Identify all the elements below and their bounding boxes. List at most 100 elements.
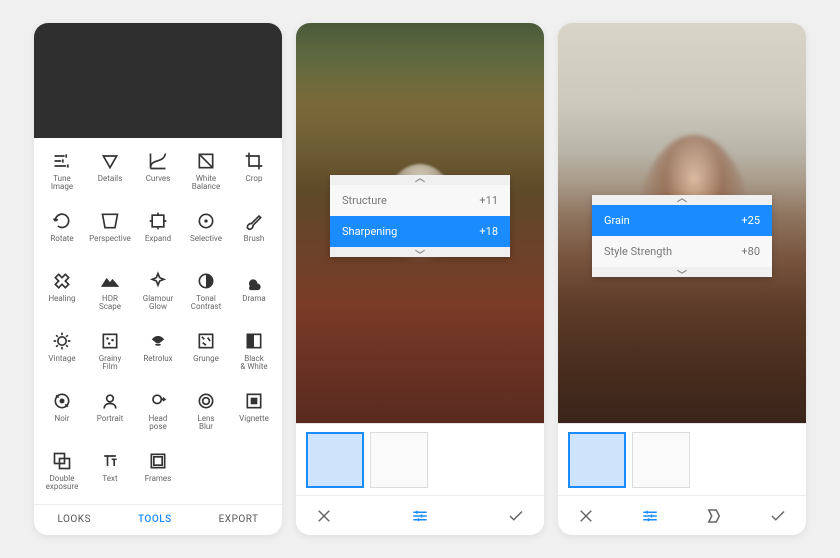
tool-tune-image[interactable]: TuneImage <box>38 146 86 204</box>
cancel-button[interactable] <box>312 504 336 528</box>
tool-hdr-scape[interactable]: HDRScape <box>86 266 134 324</box>
tool-label: Brush <box>244 235 265 244</box>
tool-vignette[interactable]: Vignette <box>230 386 278 444</box>
tools-grid: TuneImage DetailsCurves WhiteBalance Crop Ro… <box>34 138 282 504</box>
adjust-row-structure[interactable]: Structure+11 <box>330 185 510 216</box>
photo-preview[interactable]: Structure+11Sharpening+18 <box>296 23 544 423</box>
adjust-value: +80 <box>741 245 760 258</box>
adjust-row-style-strength[interactable]: Style Strength +80 <box>592 236 772 267</box>
wb-icon <box>195 150 217 172</box>
nav-looks[interactable]: LOOKS <box>57 514 91 525</box>
preset-thumb[interactable] <box>632 432 690 488</box>
styles-icon[interactable] <box>702 504 726 528</box>
noir-icon <box>51 390 73 412</box>
triangle-down-icon <box>99 150 121 172</box>
tool-label: TonalContrast <box>191 295 221 313</box>
tool-label: HDRScape <box>99 295 121 313</box>
tool-crop[interactable]: Crop <box>230 146 278 204</box>
tool-white-balance[interactable]: WhiteBalance <box>182 146 230 204</box>
adjust-row-grain[interactable]: Grain+25 <box>592 205 772 236</box>
tool-grunge[interactable]: Grunge <box>182 326 230 384</box>
adjust-value: +25 <box>741 214 760 227</box>
tool-selective[interactable]: Selective <box>182 206 230 264</box>
hdr-icon <box>99 270 121 292</box>
tool-drama[interactable]: Drama <box>230 266 278 324</box>
preset-strip[interactable] <box>296 423 544 495</box>
tool-healing[interactable]: Healing <box>38 266 86 324</box>
apply-button[interactable] <box>766 504 790 528</box>
nav-export[interactable]: EXPORT <box>219 514 259 525</box>
preset-thumb-selected[interactable] <box>568 432 626 488</box>
grainy-icon <box>99 330 121 352</box>
tool-curves[interactable]: Curves <box>134 146 182 204</box>
adjust-row-sharpening[interactable]: Sharpening+18 <box>330 216 510 247</box>
screen-grainy-edit: Grain+25 Style Strength +80 <box>558 23 806 535</box>
tool-vintage[interactable]: Vintage <box>38 326 86 384</box>
preset-thumb-selected[interactable] <box>306 432 364 488</box>
tool-black-white[interactable]: Black& White <box>230 326 278 384</box>
tool-tonal-contrast[interactable]: TonalContrast <box>182 266 230 324</box>
tool-noir[interactable]: Noir <box>38 386 86 444</box>
tool-label: WhiteBalance <box>192 175 220 193</box>
tool-label: Noir <box>55 415 70 424</box>
tool-text[interactable]: Text <box>86 446 134 504</box>
tool-portrait[interactable]: Portrait <box>86 386 134 444</box>
adjust-value: +18 <box>479 225 498 238</box>
adjust-label: Style Strength <box>604 245 672 258</box>
adjust-icon[interactable] <box>408 504 432 528</box>
apply-button[interactable] <box>504 504 528 528</box>
tool-label: Vignette <box>239 415 269 424</box>
tool-head-pose[interactable]: Headpose <box>134 386 182 444</box>
brush-icon <box>243 210 265 232</box>
sliders-icon <box>51 150 73 172</box>
tool-label: Retrolux <box>143 355 172 364</box>
tool-label: Perspective <box>89 235 131 244</box>
tool-expand[interactable]: Expand <box>134 206 182 264</box>
tool-label: Selective <box>190 235 222 244</box>
adjust-value: +11 <box>479 194 498 207</box>
adjust-panel[interactable]: Structure+11Sharpening+18 <box>330 175 510 257</box>
drag-handle-top[interactable] <box>592 195 772 205</box>
tool-double-exposure[interactable]: Doubleexposure <box>38 446 86 504</box>
tool-label: Grunge <box>193 355 219 364</box>
drag-handle-bottom[interactable] <box>592 267 772 277</box>
tool-label: TuneImage <box>51 175 73 193</box>
tool-frames[interactable]: Frames <box>134 446 182 504</box>
head-icon <box>147 390 169 412</box>
cancel-button[interactable] <box>574 504 598 528</box>
adjust-icon[interactable] <box>638 504 662 528</box>
vintage-icon <box>51 330 73 352</box>
tool-label: Crop <box>246 175 263 184</box>
tool-perspective[interactable]: Perspective <box>86 206 134 264</box>
tool-label: GrainyFilm <box>99 355 122 373</box>
tool-label: Expand <box>145 235 171 244</box>
drag-handle-bottom[interactable] <box>330 247 510 257</box>
action-bar <box>296 495 544 535</box>
tool-brush[interactable]: Brush <box>230 206 278 264</box>
preset-thumb[interactable] <box>370 432 428 488</box>
tool-lens-blur[interactable]: LensBlur <box>182 386 230 444</box>
tool-grainy-film[interactable]: GrainyFilm <box>86 326 134 384</box>
drag-handle-top[interactable] <box>330 175 510 185</box>
expand-icon <box>147 210 169 232</box>
rotate-icon <box>51 210 73 232</box>
curve-icon <box>147 150 169 172</box>
tool-label: Text <box>102 475 117 484</box>
vignette-icon <box>243 390 265 412</box>
tool-details[interactable]: Details <box>86 146 134 204</box>
screen-tools: TuneImage DetailsCurves WhiteBalance Crop Ro… <box>34 23 282 535</box>
tool-retrolux[interactable]: Retrolux <box>134 326 182 384</box>
nav-tools[interactable]: TOOLS <box>138 514 172 525</box>
screen-details-edit: Structure+11Sharpening+18 <box>296 23 544 535</box>
tool-rotate[interactable]: Rotate <box>38 206 86 264</box>
healing-icon <box>51 270 73 292</box>
tool-label: Doubleexposure <box>46 475 79 493</box>
photo-preview[interactable]: Grain+25 Style Strength +80 <box>558 23 806 423</box>
grunge-icon <box>195 330 217 352</box>
drama-icon <box>243 270 265 292</box>
tool-glamour-glow[interactable]: GlamourGlow <box>134 266 182 324</box>
preset-strip[interactable] <box>558 423 806 495</box>
perspective-icon <box>99 210 121 232</box>
adjust-panel[interactable]: Grain+25 Style Strength +80 <box>592 195 772 277</box>
tool-label: GlamourGlow <box>143 295 173 313</box>
